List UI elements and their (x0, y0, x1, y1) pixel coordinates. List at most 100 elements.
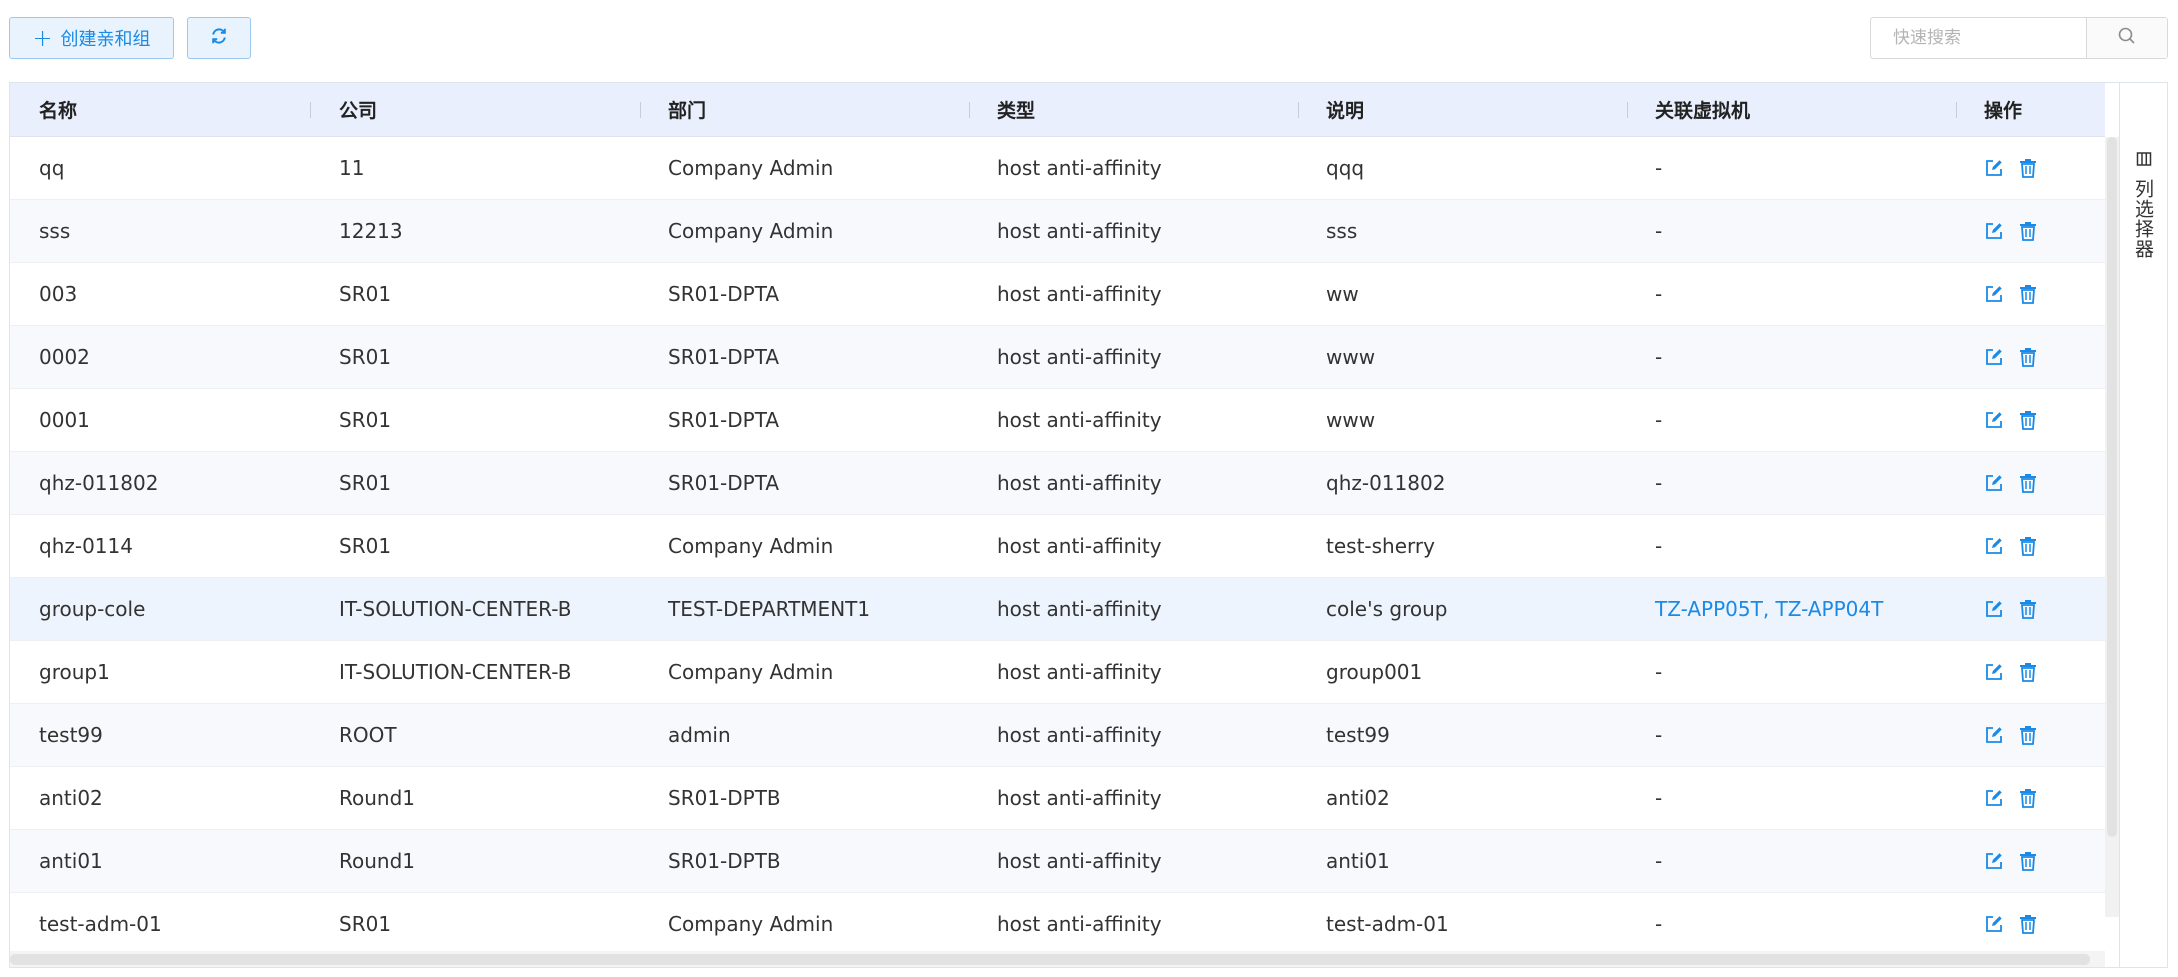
cell-type: host anti-affinity (997, 471, 1162, 495)
column-resize-handle[interactable] (1627, 102, 1628, 118)
table-row[interactable]: 003 SR01 SR01-DPTA host anti-affinity ww - (10, 263, 2105, 326)
delete-icon[interactable] (2018, 536, 2038, 556)
cell-actions (1984, 641, 2038, 703)
delete-icon[interactable] (2018, 158, 2038, 178)
linked-vm-empty: - (1655, 912, 1663, 936)
cell-department: Company Admin (668, 156, 834, 180)
edit-icon[interactable] (1984, 914, 2004, 934)
delete-icon[interactable] (2018, 599, 2038, 619)
cell-linked-vms: - (1655, 704, 1662, 766)
cell-department: Company Admin (668, 660, 834, 684)
cell-description: test-sherry (1326, 534, 1435, 558)
table-row[interactable]: 0001 SR01 SR01-DPTA host anti-affinity www - (10, 389, 2105, 452)
edit-icon[interactable] (1984, 662, 2004, 682)
linked-vm-empty: - (1655, 534, 1663, 558)
delete-icon[interactable] (2018, 788, 2038, 808)
table-row[interactable]: qhz-0114 SR01 Company Admin host anti-affin… (10, 515, 2105, 578)
linked-vm-empty: - (1655, 660, 1663, 684)
delete-icon[interactable] (2018, 914, 2038, 934)
create-affinity-group-button[interactable]: + 创建亲和组 (9, 17, 174, 59)
column-resize-handle[interactable] (1956, 102, 1957, 118)
vertical-scrollbar-thumb[interactable] (2107, 137, 2117, 837)
edit-icon[interactable] (1984, 725, 2004, 745)
edit-icon[interactable] (1984, 158, 2004, 178)
table-row[interactable]: qhz-011802 SR01 SR01-DPTA host anti-affinit… (10, 452, 2105, 515)
cell-actions (1984, 389, 2038, 451)
create-affinity-group-label: 创建亲和组 (60, 29, 151, 50)
cell-linked-vms: - (1655, 263, 1662, 325)
cell-description: sss (1326, 219, 1358, 243)
toolbar: + 创建亲和组 (0, 0, 2178, 80)
cell-company: SR01 (339, 912, 392, 936)
delete-icon[interactable] (2018, 347, 2038, 367)
cell-actions (1984, 263, 2038, 325)
edit-icon[interactable] (1984, 536, 2004, 556)
linked-vm-link[interactable]: TZ-APP05T (1655, 597, 1763, 621)
columns-icon (2136, 151, 2152, 171)
delete-icon[interactable] (2018, 851, 2038, 871)
table-row[interactable]: test-adm-01 SR01 Company Admin host anti-af… (10, 893, 2105, 956)
table-row[interactable]: 0002 SR01 SR01-DPTA host anti-affinity www - (10, 326, 2105, 389)
column-header-company[interactable]: 公司 (339, 83, 377, 136)
delete-icon[interactable] (2018, 662, 2038, 682)
column-header-description[interactable]: 说明 (1326, 83, 1364, 136)
search-icon (2117, 26, 2137, 50)
delete-icon[interactable] (2018, 725, 2038, 745)
cell-company: SR01 (339, 471, 392, 495)
table-row[interactable]: qq 11 Company Admin host anti-affinity qqq - (10, 137, 2105, 200)
column-header-name[interactable]: 名称 (39, 83, 77, 136)
edit-icon[interactable] (1984, 851, 2004, 871)
column-header-actions[interactable]: 操作 (1984, 83, 2022, 136)
table-row[interactable]: sss 12213 Company Admin host anti-affinity s… (10, 200, 2105, 263)
edit-icon[interactable] (1984, 284, 2004, 304)
cell-actions (1984, 515, 2038, 577)
edit-icon[interactable] (1984, 410, 2004, 430)
horizontal-scrollbar-thumb[interactable] (10, 954, 2090, 965)
cell-company: 11 (339, 156, 365, 180)
edit-icon[interactable] (1984, 347, 2004, 367)
table-row[interactable]: test99 ROOT admin host anti-affinity test99 - (10, 704, 2105, 767)
linked-vm-empty: - (1655, 282, 1663, 306)
cell-linked-vms: - (1655, 893, 1662, 955)
cell-linked-vms: - (1655, 452, 1662, 514)
table-row[interactable]: anti01 Round1 SR01-DPTB host anti-affinity a… (10, 830, 2105, 893)
delete-icon[interactable] (2018, 410, 2038, 430)
search-button[interactable] (2086, 18, 2167, 58)
cell-description: qhz-011802 (1326, 471, 1446, 495)
linked-vm-link[interactable]: TZ-APP04T (1776, 597, 1884, 621)
cell-actions (1984, 893, 2038, 955)
cell-department: admin (668, 723, 731, 747)
delete-icon[interactable] (2018, 473, 2038, 493)
table-row[interactable]: group-cole IT-SOLUTION-CENTER-B TEST-DEPAR… (10, 578, 2105, 641)
cell-actions (1984, 137, 2038, 199)
edit-icon[interactable] (1984, 599, 2004, 619)
cell-description: anti02 (1326, 786, 1390, 810)
vertical-scrollbar[interactable] (2105, 137, 2119, 917)
quick-search-input[interactable] (1871, 18, 2086, 58)
cell-linked-vms: - (1655, 830, 1662, 892)
column-header-type[interactable]: 类型 (997, 83, 1035, 136)
cell-name: group-cole (39, 597, 146, 621)
column-resize-handle[interactable] (640, 102, 641, 118)
column-resize-handle[interactable] (969, 102, 970, 118)
cell-actions (1984, 200, 2038, 262)
cell-actions (1984, 452, 2038, 514)
horizontal-scrollbar[interactable] (10, 951, 2105, 967)
column-resize-handle[interactable] (1298, 102, 1299, 118)
table-row[interactable]: group1 IT-SOLUTION-CENTER-B Company Admin h… (10, 641, 2105, 704)
cell-name: 0002 (39, 345, 90, 369)
edit-icon[interactable] (1984, 473, 2004, 493)
edit-icon[interactable] (1984, 788, 2004, 808)
column-picker[interactable]: 列选择器 (2119, 83, 2167, 967)
refresh-button[interactable] (187, 17, 251, 59)
column-header-department[interactable]: 部门 (668, 83, 706, 136)
delete-icon[interactable] (2018, 221, 2038, 241)
table-grid: 名称 公司 部门 类型 说明 关联虚拟机 操作 qq 11 Company Admin host … (10, 83, 2105, 967)
cell-department: SR01-DPTA (668, 345, 780, 369)
delete-icon[interactable] (2018, 284, 2038, 304)
edit-icon[interactable] (1984, 221, 2004, 241)
column-header-linked-vms[interactable]: 关联虚拟机 (1655, 83, 1750, 136)
table-row[interactable]: anti02 Round1 SR01-DPTB host anti-affinity a… (10, 767, 2105, 830)
column-resize-handle[interactable] (310, 102, 311, 118)
cell-type: host anti-affinity (997, 156, 1162, 180)
